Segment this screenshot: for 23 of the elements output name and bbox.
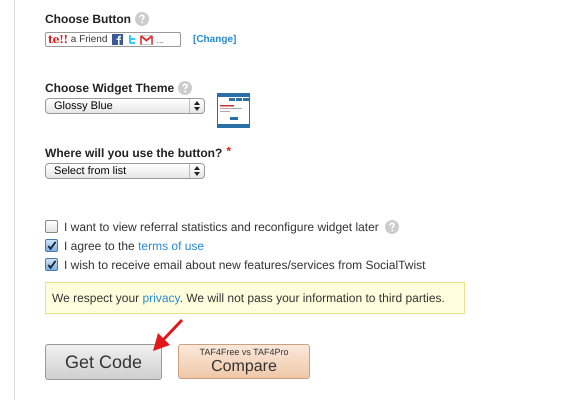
usage-dropdown[interactable]: Select from list (45, 163, 205, 179)
privacy-link[interactable]: privacy (142, 291, 180, 305)
required-mark: * (226, 144, 232, 158)
checkbox[interactable] (45, 258, 58, 271)
option-label: I wish to receive email about new features/services from SocialTwist (64, 258, 426, 272)
theme-dropdown[interactable]: Glossy Blue (45, 98, 205, 114)
option-label: I want to view referral statistics and reconfigure widget later (64, 220, 379, 234)
section-label: Choose Button (45, 12, 131, 26)
section-label: Where will you use the button? (45, 146, 222, 160)
checkbox[interactable] (45, 220, 58, 233)
terms-link[interactable]: terms of use (138, 238, 204, 252)
compare-button[interactable]: TAF4Free vs TAF4Pro Compare (178, 344, 310, 379)
twitter-icon (126, 34, 138, 45)
privacy-notice: We respect your privacy. We will not pass your information to third parties. (45, 282, 465, 314)
get-code-button[interactable]: Get Code (45, 344, 162, 380)
option-label: I agree to the terms of use (64, 238, 204, 252)
theme-preview-thumbnail (217, 93, 250, 128)
change-link[interactable]: [Change] (193, 34, 236, 45)
facebook-icon (112, 34, 124, 45)
checkbox[interactable] (45, 239, 58, 252)
section-label: Choose Widget Theme (45, 81, 174, 95)
mail-icon (140, 34, 154, 45)
tell-a-friend-button-preview[interactable]: te!! a Friend ... (45, 32, 181, 47)
